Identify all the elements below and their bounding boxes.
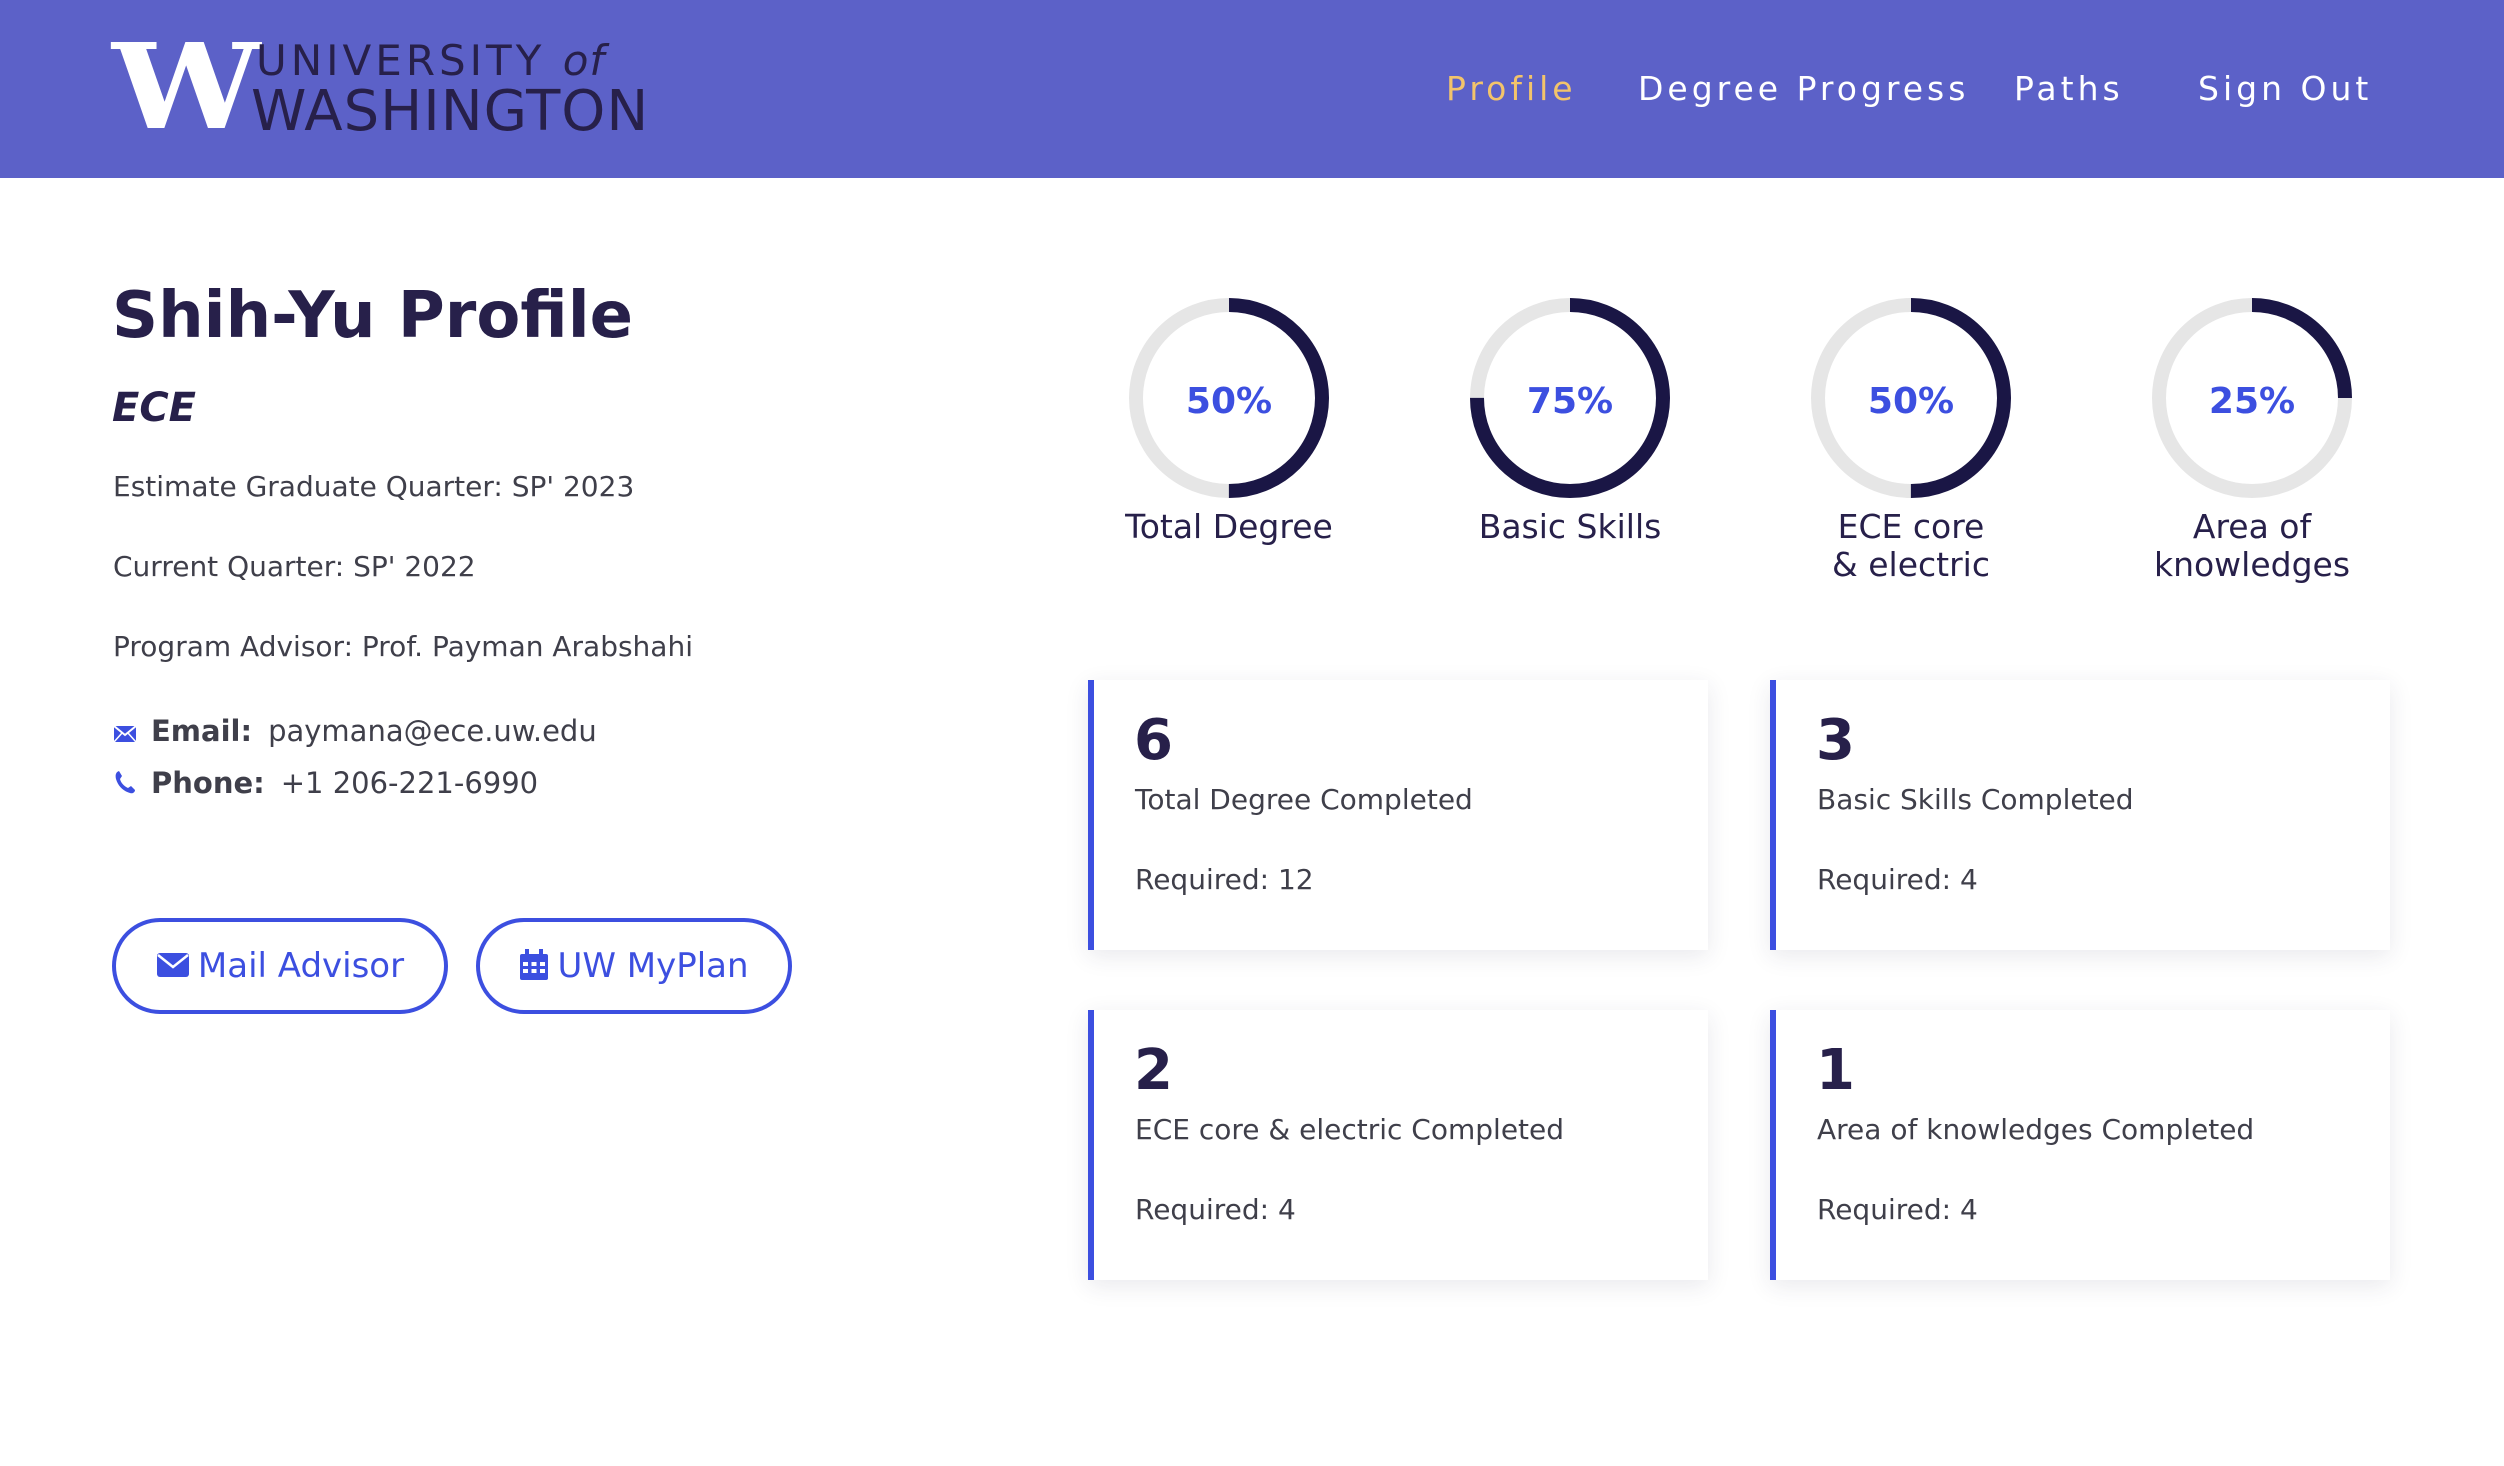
ring-percent: 25% bbox=[2208, 381, 2296, 422]
envelope-icon bbox=[156, 952, 189, 977]
mail-advisor-label: Mail Advisor bbox=[197, 946, 405, 986]
ring-basic-skills: 75% bbox=[1468, 296, 1672, 500]
stat-required: Required: 4 bbox=[1135, 1193, 1296, 1226]
email-row: Email: paymana@ece.uw.edu bbox=[113, 711, 597, 753]
nav-sign-out[interactable]: Sign Out bbox=[2198, 64, 2372, 114]
phone-icon bbox=[113, 765, 137, 805]
email-label: Email: bbox=[151, 714, 253, 748]
stat-card-area-of-knowledges: 1 Area of knowledges Completed Required:… bbox=[1770, 1010, 2390, 1280]
stat-count: 1 bbox=[1816, 1038, 1855, 1103]
email-value[interactable]: paymana@ece.uw.edu bbox=[268, 714, 597, 748]
ring-label-total-degree: Total Degree bbox=[1125, 507, 1333, 546]
ring-total-degree: 50% bbox=[1127, 296, 1331, 500]
ring-percent: 50% bbox=[1185, 381, 1273, 422]
ring-area-of-knowledges: 25% bbox=[2150, 296, 2354, 500]
nav-profile[interactable]: Profile bbox=[1446, 64, 1577, 114]
main-nav: Profile Degree Progress Paths Sign Out bbox=[0, 64, 2504, 114]
stat-description: ECE core & electric Completed bbox=[1135, 1113, 1565, 1146]
phone-value[interactable]: +1 206-221-6990 bbox=[281, 766, 538, 800]
uw-myplan-button[interactable]: UW MyPlan bbox=[476, 918, 792, 1014]
nav-degree-progress[interactable]: Degree Progress bbox=[1638, 64, 1969, 114]
stat-required: Required: 4 bbox=[1817, 1193, 1978, 1226]
ring-label-basic-skills: Basic Skills bbox=[1478, 507, 1662, 546]
current-quarter: Current Quarter: SP' 2022 bbox=[113, 550, 476, 583]
stat-required: Required: 12 bbox=[1135, 863, 1314, 896]
phone-row: Phone: +1 206-221-6990 bbox=[113, 763, 538, 805]
stat-description: Area of knowledges Completed bbox=[1817, 1113, 2255, 1146]
uw-myplan-label: UW MyPlan bbox=[557, 946, 749, 986]
major-label: ECE bbox=[112, 385, 197, 431]
stat-card-basic-skills: 3 Basic Skills Completed Required: 4 bbox=[1770, 680, 2390, 950]
mail-advisor-button[interactable]: Mail Advisor bbox=[112, 918, 448, 1014]
envelope-icon bbox=[113, 713, 137, 753]
phone-label: Phone: bbox=[151, 766, 265, 800]
stat-required: Required: 4 bbox=[1817, 863, 1978, 896]
stat-count: 6 bbox=[1134, 708, 1173, 773]
ring-ece-core: 50% bbox=[1809, 296, 2013, 500]
stat-count: 2 bbox=[1134, 1038, 1173, 1103]
stat-card-ece-core: 2 ECE core & electric Completed Required… bbox=[1088, 1010, 1708, 1280]
page-title: Shih-Yu Profile bbox=[112, 279, 634, 353]
top-navigation-bar: W UNIVERSITY of WASHINGTON Profile Degre… bbox=[0, 0, 2504, 178]
stat-count: 3 bbox=[1816, 708, 1855, 773]
ring-label-area-of-knowledges: Area of knowledges bbox=[2153, 507, 2351, 584]
ring-percent: 50% bbox=[1867, 381, 1955, 422]
graduate-quarter: Estimate Graduate Quarter: SP' 2023 bbox=[113, 470, 635, 503]
nav-paths[interactable]: Paths bbox=[2014, 64, 2124, 114]
stat-description: Total Degree Completed bbox=[1135, 783, 1473, 816]
stat-description: Basic Skills Completed bbox=[1817, 783, 2134, 816]
calendar-icon bbox=[520, 948, 549, 980]
ring-label-ece-core: ECE core & electric bbox=[1832, 507, 1990, 584]
program-advisor: Program Advisor: Prof. Payman Arabshahi bbox=[113, 630, 693, 663]
ring-percent: 75% bbox=[1526, 381, 1614, 422]
stat-card-total-degree: 6 Total Degree Completed Required: 12 bbox=[1088, 680, 1708, 950]
